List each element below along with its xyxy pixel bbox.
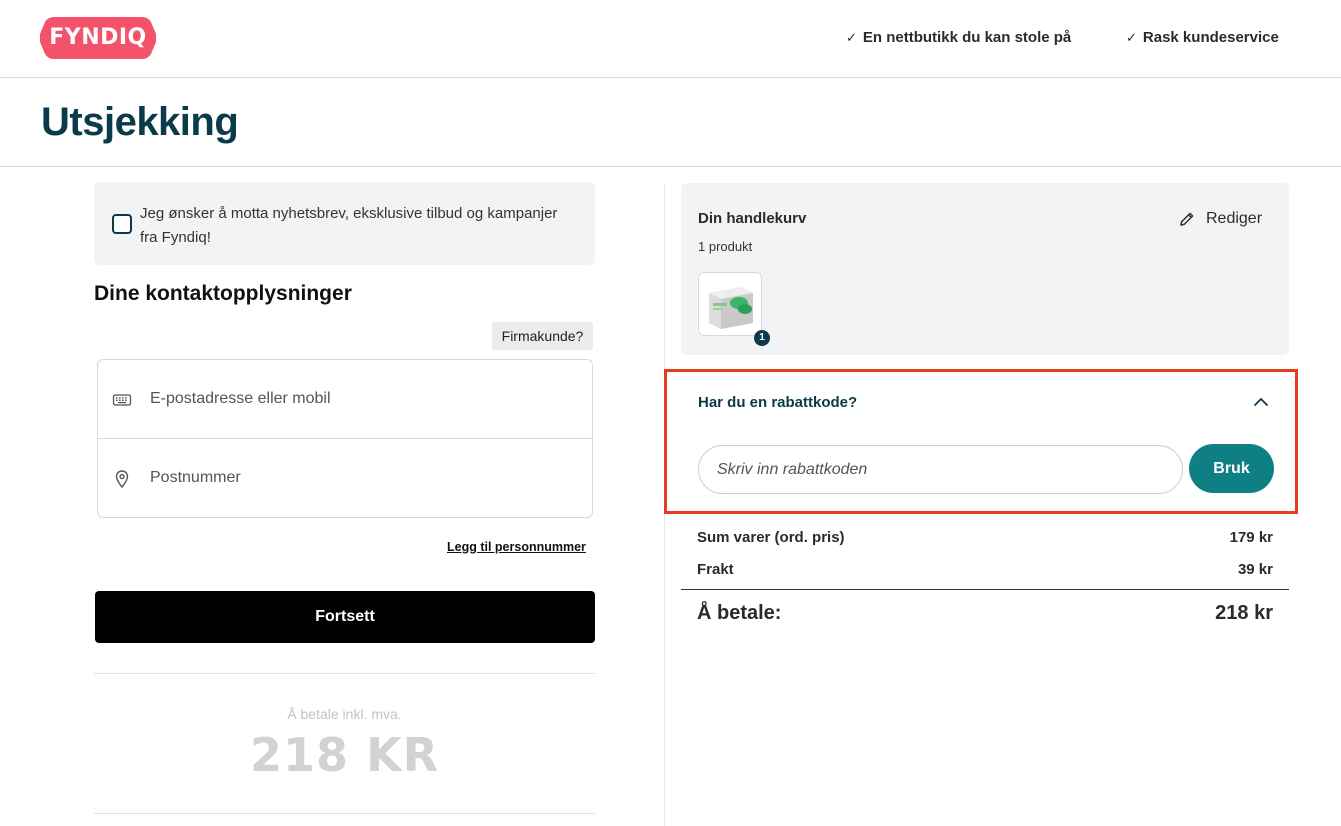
product-thumbnail[interactable] — [698, 272, 762, 336]
shipping-value: 39 kr — [1237, 561, 1273, 578]
divider — [94, 673, 595, 674]
discount-section: Har du en rabattkode? Bruk — [664, 369, 1298, 514]
discount-code-input[interactable] — [698, 445, 1183, 494]
business-customer-button[interactable]: Firmakunde? — [492, 322, 593, 350]
usp-trust-label: En nettbutikk du kan stole på — [862, 29, 1072, 46]
edit-cart-button[interactable]: Rediger — [1178, 209, 1262, 229]
fyndiq-logo[interactable]: FYNDIQ — [40, 17, 156, 59]
total-divider — [681, 589, 1289, 590]
newsletter-label[interactable]: Jeg ønsker å motta nyhetsbrev, eksklusiv… — [140, 202, 560, 250]
email-field[interactable] — [150, 380, 570, 418]
items-total-label: Sum varer (ord. pris) — [697, 529, 845, 546]
add-ssn-link[interactable]: Legg til personnummer — [447, 540, 586, 554]
payment-label: Å betale inkl. mva. — [287, 706, 402, 722]
discount-toggle-label[interactable]: Har du en rabattkode? — [698, 394, 857, 411]
divider — [94, 813, 595, 814]
usp-trust: ✓ En nettbutikk du kan stole på — [846, 29, 1071, 46]
keyboard-icon — [112, 394, 132, 406]
payment-amount: 218 KR — [249, 728, 440, 782]
contact-fields — [97, 359, 593, 518]
location-pin-icon — [115, 470, 129, 489]
cart-count: 1 produkt — [698, 239, 753, 254]
postcode-row — [98, 439, 592, 518]
quantity-badge: 1 — [754, 330, 770, 346]
chevron-up-icon[interactable] — [1253, 396, 1269, 408]
pencil-icon — [1180, 212, 1194, 226]
usp-service: ✓ Rask kundeservice — [1126, 29, 1279, 46]
cart-title: Din handlekurv — [698, 210, 807, 227]
grand-total-value: 218 kr — [1215, 602, 1273, 624]
apply-discount-button[interactable]: Bruk — [1189, 444, 1274, 493]
items-total-value: 179 kr — [1229, 529, 1273, 546]
usp-service-label: Rask kundeservice — [1142, 29, 1279, 46]
contact-heading: Dine kontaktopplysninger — [94, 282, 352, 305]
check-icon: ✓ — [846, 30, 857, 45]
shipping-label: Frakt — [697, 561, 734, 578]
site-header: FYNDIQ ✓ En nettbutikk du kan stole på ✓ R… — [0, 0, 1341, 78]
grand-total-label: Å betale: — [697, 602, 782, 624]
email-row — [98, 360, 592, 439]
newsletter-checkbox[interactable] — [112, 214, 132, 234]
check-icon: ✓ — [1126, 30, 1137, 45]
cart-panel: Din handlekurv 1 produkt Rediger 1 — [681, 183, 1289, 355]
edit-cart-label: Rediger — [1206, 210, 1263, 227]
postcode-field[interactable] — [150, 459, 570, 497]
title-bar: Utsjekking — [0, 78, 1341, 167]
page-title: Utsjekking — [41, 100, 239, 144]
product-image — [699, 273, 761, 335]
newsletter-box: Jeg ønsker å motta nyhetsbrev, eksklusiv… — [94, 182, 595, 265]
logo-text: FYNDIQ — [49, 25, 147, 50]
continue-button[interactable]: Fortsett — [95, 591, 595, 643]
